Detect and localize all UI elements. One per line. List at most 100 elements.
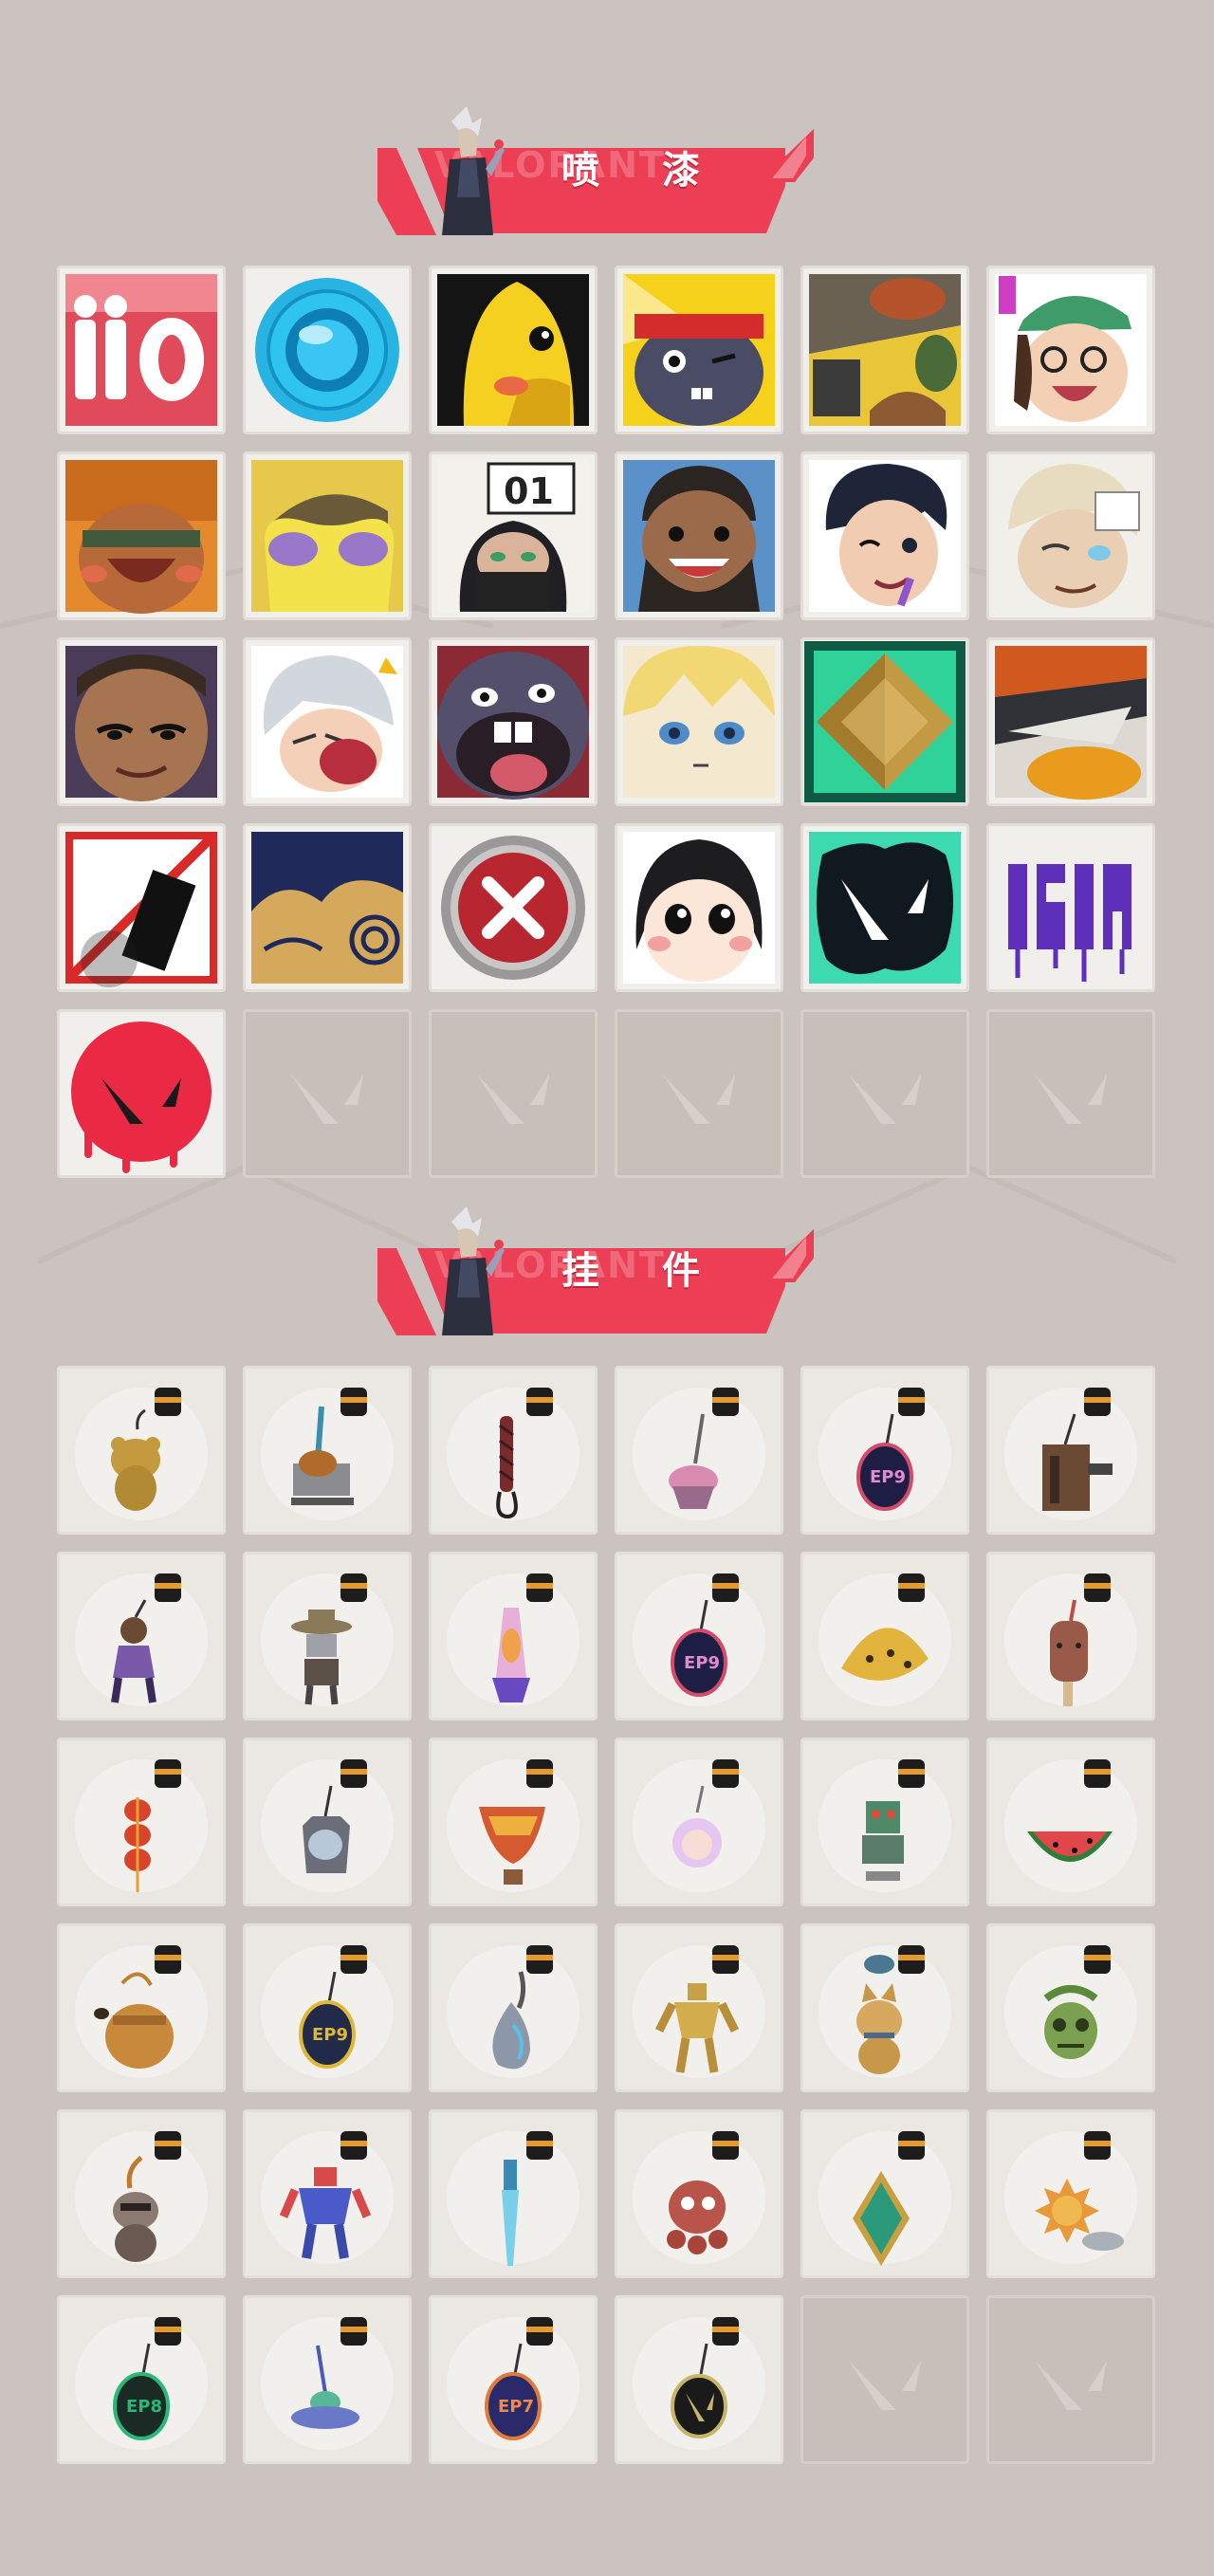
svg-text:EP9: EP9 bbox=[870, 1467, 906, 1487]
spray-tile[interactable] bbox=[615, 266, 783, 434]
charm-tile[interactable] bbox=[615, 1366, 783, 1535]
charm-tile[interactable] bbox=[57, 2109, 226, 2278]
red-valorant-drip-spray-icon bbox=[65, 1018, 217, 1173]
charm-tile[interactable] bbox=[243, 2295, 412, 2464]
grenade-hand-spray-icon bbox=[809, 274, 961, 426]
charm-tile[interactable] bbox=[800, 1738, 969, 1906]
charm-tile[interactable] bbox=[429, 1738, 598, 1906]
pouting-girl-spray-icon bbox=[623, 832, 775, 984]
spray-tile[interactable] bbox=[57, 823, 226, 992]
spray-tile[interactable] bbox=[800, 637, 969, 806]
no-spray-sign-icon bbox=[65, 832, 217, 987]
charm-tile[interactable] bbox=[986, 1552, 1155, 1720]
charm-tile[interactable] bbox=[615, 1738, 783, 1906]
bearded-agent-spray-icon bbox=[623, 460, 775, 612]
screaming-creature-spray-icon bbox=[437, 646, 589, 800]
spray-tile[interactable] bbox=[800, 823, 969, 992]
charm-tile[interactable]: EP7 bbox=[429, 2295, 598, 2464]
sprays-header: VALORANT 喷 漆 bbox=[377, 102, 814, 235]
robot-charm-icon bbox=[819, 1759, 951, 1892]
empty-slot-icon bbox=[1035, 2361, 1107, 2410]
blue-orb-spray-icon bbox=[255, 278, 399, 422]
empty-slot-icon bbox=[477, 1075, 549, 1124]
lava-lamp-charm-icon bbox=[447, 1573, 579, 1706]
spray-tile[interactable] bbox=[243, 637, 412, 806]
laughing-agent-spray-icon bbox=[995, 274, 1147, 426]
charm-tile[interactable] bbox=[429, 1366, 598, 1535]
svg-text:01: 01 bbox=[504, 470, 554, 512]
green-skull-charm-icon bbox=[1004, 1945, 1137, 2078]
charm-tile[interactable] bbox=[243, 1552, 412, 1720]
charm-tile[interactable] bbox=[429, 2109, 598, 2278]
charm-tile[interactable] bbox=[57, 1552, 226, 1720]
banana-slice-charm-icon bbox=[819, 1573, 951, 1706]
charm-tile[interactable] bbox=[615, 1923, 783, 2092]
agent-figure-charm-icon bbox=[75, 1573, 208, 1706]
charm-tile[interactable] bbox=[800, 1923, 969, 2092]
charm-tile[interactable] bbox=[986, 1738, 1155, 1906]
charm-tile[interactable] bbox=[615, 2109, 783, 2278]
charm-tile[interactable] bbox=[986, 1366, 1155, 1535]
red-lantern-charm-icon bbox=[75, 1759, 208, 1892]
charm-tile[interactable] bbox=[429, 1552, 598, 1720]
spray-tile[interactable] bbox=[800, 451, 969, 620]
agent-avatar-icon bbox=[442, 1206, 505, 1335]
charm-tile[interactable]: EP9 bbox=[800, 1366, 969, 1535]
svg-text:EP9: EP9 bbox=[312, 2025, 348, 2045]
charm-tile[interactable] bbox=[57, 1738, 226, 1906]
spray-tile[interactable] bbox=[57, 1009, 226, 1178]
spray-tile[interactable] bbox=[615, 823, 783, 992]
charm-tile[interactable] bbox=[986, 1923, 1155, 2092]
charm-tile[interactable] bbox=[243, 2109, 412, 2278]
svg-text:EP9: EP9 bbox=[684, 1653, 720, 1673]
spray-tile[interactable] bbox=[986, 637, 1155, 806]
charm-tile[interactable] bbox=[986, 2109, 1155, 2278]
spray-tile[interactable] bbox=[986, 451, 1155, 620]
empty-slot bbox=[615, 1009, 783, 1178]
spray-tile[interactable] bbox=[800, 266, 969, 434]
charm-tile[interactable] bbox=[243, 1366, 412, 1535]
ufo-charm-icon bbox=[261, 2317, 394, 2450]
charm-tile[interactable]: EP9 bbox=[615, 1552, 783, 1720]
anime-girl-charm-icon bbox=[633, 1759, 765, 1892]
masked-agent-01-spray-icon: 01 bbox=[437, 460, 589, 612]
spray-tile[interactable] bbox=[615, 637, 783, 806]
spray-tile[interactable] bbox=[243, 451, 412, 620]
ep9-medallion-charm-icon: EP9 bbox=[261, 1945, 394, 2078]
charm-tile[interactable] bbox=[57, 1366, 226, 1535]
empty-slot-icon bbox=[663, 1075, 735, 1124]
charm-tile[interactable] bbox=[800, 2109, 969, 2278]
blue-blade-charm-icon bbox=[447, 2131, 579, 2266]
purple-blob-hat-spray-icon bbox=[251, 460, 403, 612]
valorant-coin-charm-icon bbox=[633, 2317, 765, 2450]
charm-tile[interactable] bbox=[429, 1923, 598, 2092]
spray-tile[interactable] bbox=[986, 823, 1155, 992]
charm-tile[interactable]: EP8 bbox=[57, 2295, 226, 2464]
charm-tile[interactable] bbox=[800, 1552, 969, 1720]
agent-avatar-icon bbox=[442, 106, 505, 235]
spray-tile[interactable]: 01 bbox=[429, 451, 598, 620]
cat-tag-charm-icon bbox=[261, 1759, 394, 1892]
charm-tile[interactable] bbox=[615, 2295, 783, 2464]
charm-tile[interactable]: EP9 bbox=[243, 1923, 412, 2092]
empty-slot-icon bbox=[291, 1075, 363, 1124]
charm-tile[interactable] bbox=[57, 1923, 226, 2092]
spray-tile[interactable] bbox=[429, 637, 598, 806]
spray-tile[interactable] bbox=[57, 266, 226, 434]
spray-tile[interactable] bbox=[986, 266, 1155, 434]
popsicle-charm-icon bbox=[1004, 1573, 1137, 1706]
spray-tile[interactable] bbox=[243, 266, 412, 434]
ep9-medallion-charm-icon: EP9 bbox=[633, 1573, 765, 1706]
empty-slot bbox=[986, 1009, 1155, 1178]
charm-tile[interactable] bbox=[243, 1738, 412, 1906]
bandana-bunny-spray-icon bbox=[623, 274, 775, 426]
spray-tile[interactable] bbox=[57, 451, 226, 620]
spray-tile[interactable] bbox=[243, 823, 412, 992]
spray-tile[interactable] bbox=[57, 637, 226, 806]
number-10-spray-icon bbox=[65, 274, 217, 426]
spray-tile[interactable] bbox=[429, 266, 598, 434]
fox-pup-charm-icon bbox=[819, 1945, 951, 2078]
laughing-masked-agent-spray-icon bbox=[65, 460, 217, 614]
spray-tile[interactable] bbox=[615, 451, 783, 620]
spray-tile[interactable] bbox=[429, 823, 598, 992]
